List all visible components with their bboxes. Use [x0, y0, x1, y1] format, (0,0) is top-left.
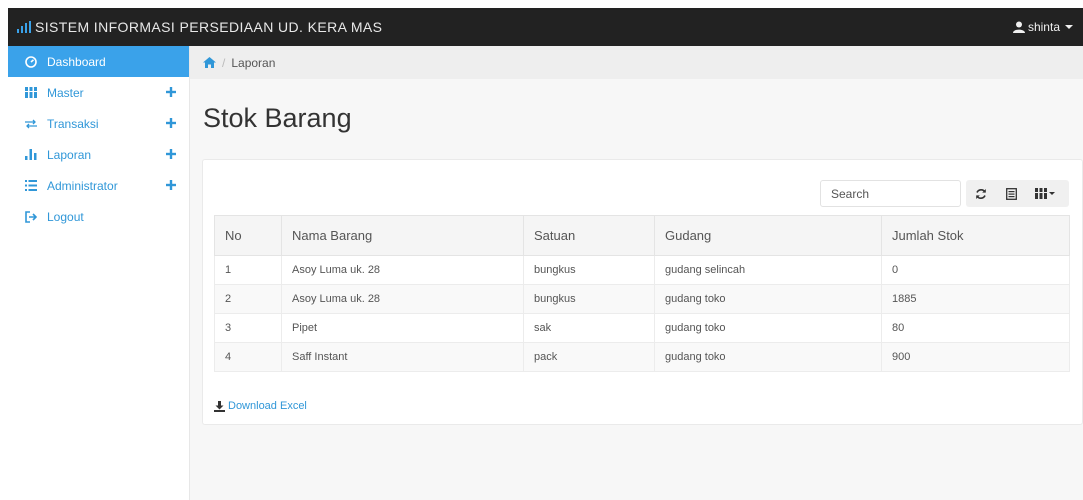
signal-bars-icon — [17, 21, 31, 33]
cell-satuan: pack — [523, 342, 655, 372]
cell-satuan: bungkus — [523, 255, 655, 285]
user-icon — [1012, 21, 1025, 33]
exchange-icon — [24, 117, 38, 131]
column-header-satuan[interactable]: Satuan — [523, 215, 655, 256]
column-header-nama-barang[interactable]: Nama Barang — [281, 215, 524, 256]
cell-gudang: gudang toko — [654, 284, 882, 314]
breadcrumb: / Laporan — [190, 46, 1083, 79]
sidebar-item-dashboard[interactable]: Dashboard — [8, 46, 189, 77]
table-row: 2 Asoy Luma uk. 28 bungkus gudang toko 1… — [214, 284, 1070, 314]
sidebar-item-label: Logout — [47, 209, 84, 224]
cell-gudang: gudang selincah — [654, 255, 882, 285]
download-icon — [214, 400, 225, 412]
dashboard-icon — [24, 55, 38, 69]
sidebar-item-master[interactable]: Master — [8, 77, 189, 108]
sidebar-item-label: Dashboard — [47, 54, 106, 69]
sidebar-item-transaksi[interactable]: Transaksi — [8, 108, 189, 139]
list-view-icon — [1005, 187, 1017, 200]
cell-jumlah-stok: 80 — [881, 313, 1070, 343]
stock-table: No Nama Barang Satuan Gudang Jumlah Stok… — [214, 215, 1070, 372]
download-excel-link[interactable]: Download Excel — [214, 400, 307, 412]
cell-jumlah-stok: 1885 — [881, 284, 1070, 314]
search-input[interactable] — [820, 180, 961, 207]
cell-no: 4 — [214, 342, 282, 372]
top-navbar: SISTEM INFORMASI PERSEDIAAN UD. KERA MAS… — [8, 8, 1083, 46]
cell-jumlah-stok: 0 — [881, 255, 1070, 285]
user-menu[interactable]: shinta — [1012, 20, 1083, 34]
columns-icon — [1035, 188, 1047, 199]
table-row: 4 Saff Instant pack gudang toko 900 — [214, 342, 1070, 372]
sidebar-item-label: Master — [47, 85, 84, 100]
sidebar-item-administrator[interactable]: Administrator — [8, 170, 189, 201]
cell-no: 1 — [214, 255, 282, 285]
grid-icon — [24, 86, 38, 100]
bar-chart-icon — [24, 148, 38, 162]
sidebar-item-label: Transaksi — [47, 116, 99, 131]
breadcrumb-separator: / — [222, 55, 226, 70]
caret-down-icon — [1065, 25, 1073, 29]
page-title: Stok Barang — [203, 103, 352, 133]
app-title: SISTEM INFORMASI PERSEDIAAN UD. KERA MAS — [35, 19, 383, 35]
cell-nama-barang: Asoy Luma uk. 28 — [281, 284, 524, 314]
main-content: / Laporan Stok Barang No Nama Barang Sat… — [190, 46, 1083, 500]
plus-icon[interactable] — [166, 118, 176, 128]
cell-gudang: gudang toko — [654, 313, 882, 343]
table-toolbar — [966, 180, 1069, 207]
cell-gudang: gudang toko — [654, 342, 882, 372]
plus-icon[interactable] — [166, 149, 176, 159]
table-row: 1 Asoy Luma uk. 28 bungkus gudang selinc… — [214, 255, 1070, 285]
sidebar-item-logout[interactable]: Logout — [8, 201, 189, 232]
report-panel: No Nama Barang Satuan Gudang Jumlah Stok… — [202, 159, 1083, 425]
columns-button[interactable] — [1026, 180, 1064, 207]
plus-icon[interactable] — [166, 180, 176, 190]
cell-no: 3 — [214, 313, 282, 343]
list-icon — [24, 179, 38, 193]
column-header-gudang[interactable]: Gudang — [654, 215, 882, 256]
cell-jumlah-stok: 900 — [881, 342, 1070, 372]
download-label: Download Excel — [228, 400, 307, 412]
cell-satuan: sak — [523, 313, 655, 343]
toggle-view-button[interactable] — [996, 180, 1026, 207]
sidebar-item-label: Administrator — [47, 178, 118, 193]
cell-nama-barang: Pipet — [281, 313, 524, 343]
user-name: shinta — [1027, 20, 1060, 34]
column-header-jumlah-stok[interactable]: Jumlah Stok — [881, 215, 1070, 256]
table-row: 3 Pipet sak gudang toko 80 — [214, 313, 1070, 343]
refresh-icon — [976, 188, 986, 199]
logout-icon — [24, 210, 38, 224]
sidebar: Dashboard Master Transaksi Laporan Admin… — [8, 46, 190, 500]
breadcrumb-current: Laporan — [231, 55, 276, 70]
cell-nama-barang: Saff Instant — [281, 342, 524, 372]
table-header-row: No Nama Barang Satuan Gudang Jumlah Stok — [214, 215, 1070, 256]
sidebar-item-label: Laporan — [47, 147, 92, 162]
caret-down-icon — [1049, 192, 1055, 195]
home-icon[interactable] — [203, 57, 216, 68]
plus-icon[interactable] — [166, 87, 176, 97]
cell-nama-barang: Asoy Luma uk. 28 — [281, 255, 524, 285]
sidebar-item-laporan[interactable]: Laporan — [8, 139, 189, 170]
brand[interactable]: SISTEM INFORMASI PERSEDIAAN UD. KERA MAS — [8, 19, 382, 35]
refresh-button[interactable] — [966, 180, 996, 207]
cell-no: 2 — [214, 284, 282, 314]
column-header-no[interactable]: No — [214, 215, 282, 256]
cell-satuan: bungkus — [523, 284, 655, 314]
